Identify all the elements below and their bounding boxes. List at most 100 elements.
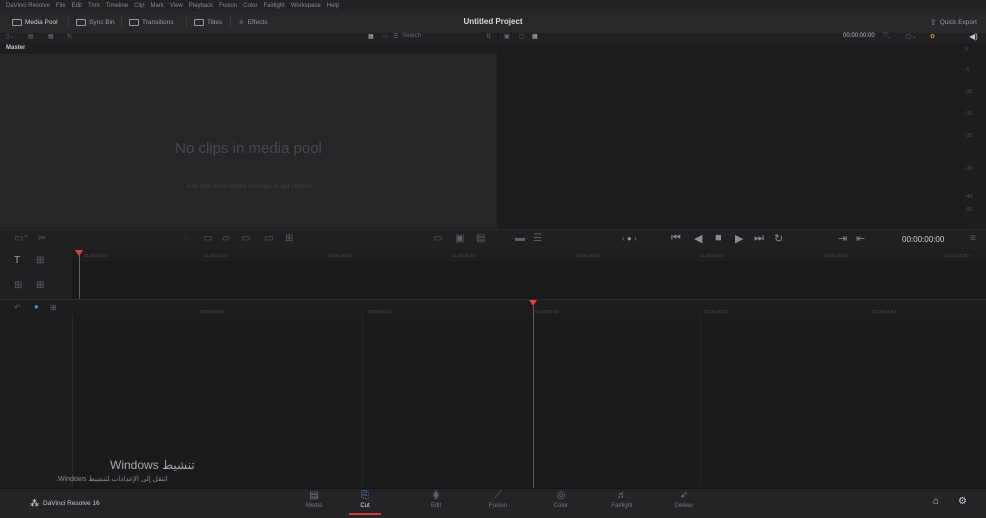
settings-icon[interactable]: ⚙ <box>958 496 967 507</box>
audio-icon[interactable]: ◀) <box>969 32 978 41</box>
menu-trim[interactable]: Trim <box>88 3 100 9</box>
viewer-grid-icon[interactable]: ▦ <box>532 33 538 40</box>
stop-icon[interactable]: ■ <box>715 232 722 244</box>
deliver-page-icon: ➶ <box>679 490 689 501</box>
bin-name[interactable]: Master <box>6 45 25 51</box>
brand-label: DaVinci Resolve 16 <box>43 500 100 507</box>
thumbnail-view-icon[interactable]: ▦ <box>368 33 374 40</box>
source-overwrite-icon[interactable]: ⊞ <box>285 233 293 244</box>
play-icon[interactable]: ▶ <box>735 232 743 245</box>
sync-icon[interactable]: ↻ <box>67 33 72 40</box>
ruler-label: 01:00:40:00 <box>576 253 600 258</box>
menu-mark[interactable]: Mark <box>151 3 164 9</box>
brand: ⁂ DaVinci Resolve 16 <box>30 498 100 509</box>
menu-timeline[interactable]: Timeline <box>106 3 128 9</box>
page-label: Cut <box>360 503 370 509</box>
viewer-mode-icon[interactable]: ▣ <box>504 33 510 40</box>
meter-tick: -5 <box>965 67 970 73</box>
timeline-gridline <box>700 314 701 487</box>
timeline-gridline <box>362 314 363 487</box>
page-fairlight[interactable]: ♬ Fairlight <box>602 490 642 509</box>
place-on-top-icon[interactable]: ▭ <box>264 233 273 244</box>
page-label: Color <box>553 503 569 509</box>
page-label: Edit <box>430 503 442 509</box>
thumb-view-icon[interactable]: ▭ <box>433 233 442 244</box>
lower-timeline[interactable] <box>73 314 986 487</box>
menu-davinci[interactable]: DaVinci Resolve <box>6 3 50 9</box>
audio-track-tool-icon[interactable]: ⊞ <box>14 280 22 291</box>
search-input[interactable]: Search <box>402 33 421 39</box>
meter-tick: -10 <box>965 89 973 95</box>
title-tool-icon[interactable]: T <box>14 255 20 266</box>
strip-view-icon[interactable]: ▭ <box>382 33 388 40</box>
import-media-icon[interactable]: ▭⁺ <box>14 233 29 244</box>
loop-icon[interactable]: ↻ <box>774 232 783 245</box>
append-icon[interactable]: ▭ <box>203 233 212 244</box>
quick-export-label: Quick Export <box>939 18 977 26</box>
fullscreen-icon[interactable]: ⤧⌄ <box>883 33 891 40</box>
page-color[interactable]: ◎ Color <box>541 490 581 509</box>
bin-list-icon[interactable]: ▯⌄ <box>6 33 14 40</box>
skip-forward-icon[interactable]: ⏭ <box>754 232 764 245</box>
menu-help[interactable]: Help <box>327 3 339 9</box>
media-pool-header <box>0 43 497 55</box>
ripple-overwrite-icon[interactable]: ▱ <box>222 233 230 244</box>
upper-playhead[interactable] <box>79 255 80 299</box>
meter-tick: -30 <box>965 166 973 172</box>
page-edit[interactable]: ⋕ Edit <box>416 490 456 509</box>
menu-fusion[interactable]: Fusion <box>219 3 237 9</box>
menu-edit[interactable]: Edit <box>72 3 82 9</box>
play-reverse-icon[interactable]: ◀ <box>694 232 702 245</box>
menu-color[interactable]: Color <box>243 3 257 9</box>
snap-icon[interactable]: ● <box>34 302 39 311</box>
media-pool-subbar <box>0 33 497 43</box>
ruler-label: 01:00:30:00 <box>452 253 476 258</box>
ruler-label: 01:00:10:00 <box>204 253 228 258</box>
lower-playhead[interactable] <box>533 306 534 488</box>
smart-insert-icon[interactable]: ◌ <box>184 233 190 244</box>
viewer-source-icon[interactable]: ▢ <box>519 33 525 40</box>
link-tool-icon[interactable]: ⊞ <box>36 280 44 291</box>
meter-tick: -20 <box>965 133 973 139</box>
menu-file[interactable]: File <box>56 3 66 9</box>
menu-view[interactable]: View <box>170 3 183 9</box>
mark-out-icon[interactable]: ⇤ <box>856 232 865 245</box>
scissors-icon[interactable]: ✂ <box>38 233 46 244</box>
viewer-menu-icon[interactable]: ≡ <box>970 233 976 244</box>
undo-icon[interactable]: ↶ <box>14 303 21 312</box>
safe-area-icon[interactable]: ▢⌄ <box>906 33 917 40</box>
page-label: Fusion <box>488 503 507 509</box>
menu-workspace[interactable]: Workspace <box>291 3 321 9</box>
track-lock-icon[interactable]: ⊞ <box>36 255 44 266</box>
page-label: Fairlight <box>611 503 633 509</box>
close-up-icon[interactable]: ▭ <box>241 233 250 244</box>
jog-control-icon[interactable]: ‹ ● › <box>622 234 637 243</box>
page-deliver[interactable]: ➶ Deliver <box>664 490 704 509</box>
split-view-icon[interactable]: ▤ <box>476 233 485 244</box>
menu-fairlight[interactable]: Fairlight <box>263 3 284 9</box>
home-icon[interactable]: ⌂ <box>933 496 939 507</box>
sort-icon[interactable]: ⇅ <box>486 33 491 40</box>
audio-waveform-icon[interactable]: ⊞ <box>50 303 57 312</box>
color-chooser-icon[interactable]: ✿ <box>930 33 935 40</box>
mark-in-icon[interactable]: ⇥ <box>838 232 847 245</box>
viewer[interactable] <box>499 43 961 228</box>
active-page-indicator <box>349 513 381 515</box>
page-media[interactable]: ▤ Media <box>294 490 334 509</box>
page-fusion[interactable]: ⟋ Fusion <box>478 490 518 509</box>
menu-clip[interactable]: Clip <box>134 3 144 9</box>
skip-back-icon[interactable]: ⏮ <box>671 232 681 245</box>
source-tape-icon[interactable]: ▬ <box>515 233 525 244</box>
windows-activation-subtitle: انتقل إلى الإعدادات لتنشيط Windows. <box>56 476 168 483</box>
list-view-icon[interactable]: ☰ <box>393 33 398 40</box>
menu-playback[interactable]: Playback <box>189 3 213 9</box>
frame-view-icon[interactable]: ▣ <box>455 233 464 244</box>
quick-export-button[interactable]: ⇪ Quick Export <box>926 15 981 29</box>
new-bin-icon[interactable]: ▤ <box>28 33 34 40</box>
timeline-options-icon[interactable]: ☰ <box>533 233 542 244</box>
edit-page-icon: ⋕ <box>431 490 441 501</box>
ruler-label: 01:00:00:00 <box>84 253 108 258</box>
page-cut[interactable]: ⎘ Cut <box>345 490 385 509</box>
export-icon: ⇪ <box>930 17 937 27</box>
smart-bin-icon[interactable]: ▦ <box>48 33 54 40</box>
